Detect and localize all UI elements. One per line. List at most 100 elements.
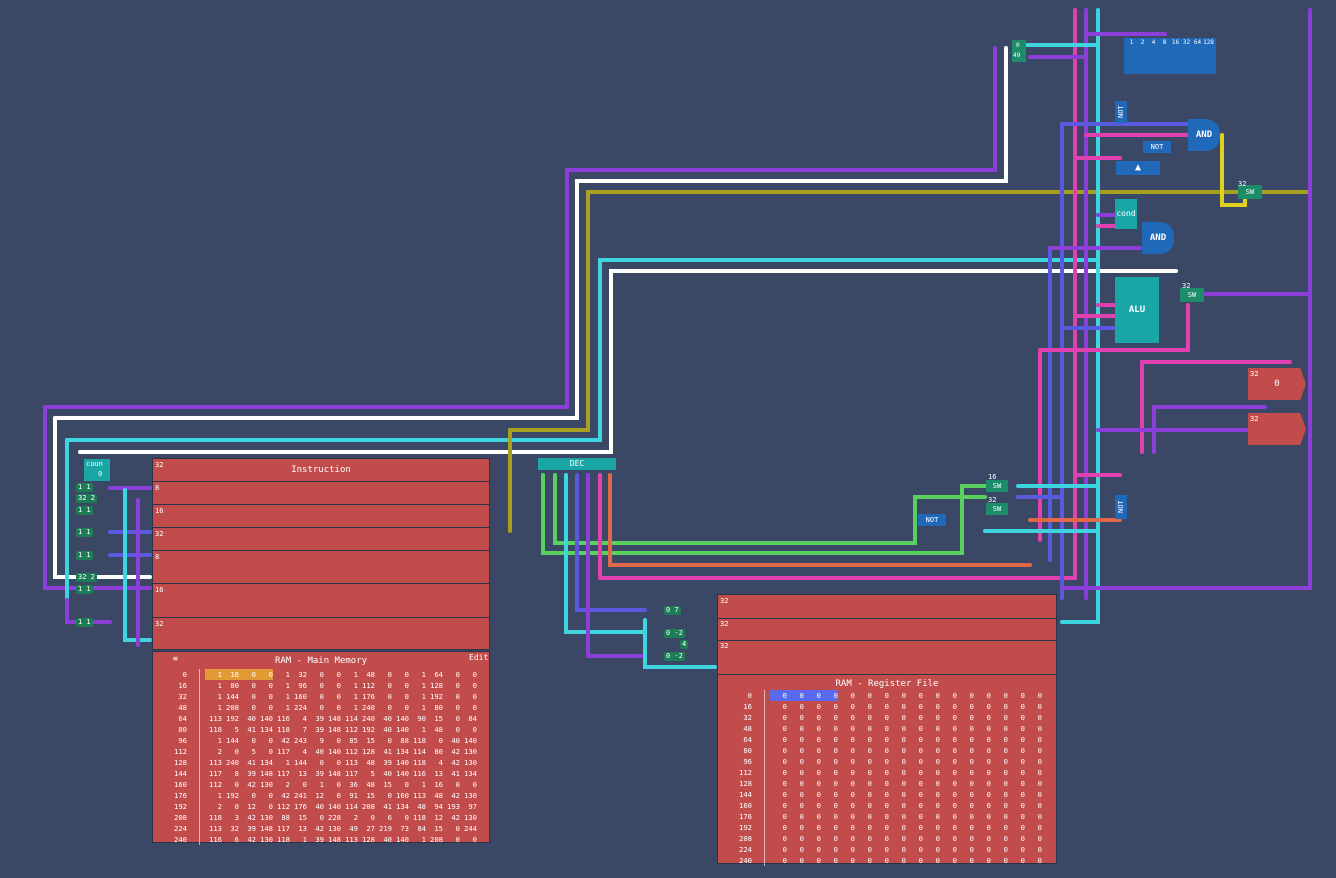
memory-cell[interactable]: 1 xyxy=(273,757,290,768)
memory-cell[interactable]: 15 xyxy=(358,790,375,801)
memory-row[interactable]: 0000000000000000 xyxy=(770,844,1042,855)
memory-cell[interactable]: 0 xyxy=(821,712,838,723)
memory-row[interactable]: 0000000000000000 xyxy=(770,690,1042,701)
memory-cell[interactable]: 116 xyxy=(273,713,290,724)
memory-cell[interactable]: 0 xyxy=(906,767,923,778)
memory-cell[interactable]: 0 xyxy=(906,701,923,712)
memory-row[interactable]: 2 0 5 0 117 4 40 140 112 128 41 134 114 80 42 130 xyxy=(205,746,477,757)
memory-cell[interactable]: 0 xyxy=(804,844,821,855)
memory-row[interactable]: 0000000000000000 xyxy=(770,833,1042,844)
memory-row[interactable]: 0000000000000000 xyxy=(770,822,1042,833)
memory-cell[interactable]: 130 xyxy=(460,757,477,768)
memory-cell[interactable]: 0 xyxy=(1025,745,1042,756)
memory-cell[interactable]: 140 xyxy=(392,713,409,724)
decoder[interactable]: DEC xyxy=(538,458,616,470)
cond-block[interactable]: cond xyxy=(1115,199,1137,229)
memory-cell[interactable]: 0 xyxy=(974,767,991,778)
memory-cell[interactable]: 0 xyxy=(1008,690,1025,701)
memory-cell[interactable]: 90 xyxy=(409,713,426,724)
splitter-tag[interactable]: 32 2 xyxy=(76,494,97,503)
memory-cell[interactable]: 1 xyxy=(273,669,290,680)
memory-cell[interactable]: 88 xyxy=(392,735,409,746)
memory-cell[interactable]: 0 xyxy=(940,778,957,789)
splitter-tag[interactable]: 1 1 xyxy=(76,528,93,537)
memory-cell[interactable]: 0 xyxy=(324,735,341,746)
memory-cell[interactable]: 0 xyxy=(991,789,1008,800)
memory-cell[interactable]: 0 xyxy=(991,734,1008,745)
memory-cell[interactable]: 134 xyxy=(460,768,477,779)
memory-cell[interactable]: 0 xyxy=(889,811,906,822)
memory-cell[interactable]: 15 xyxy=(290,812,307,823)
memory-cell[interactable]: 0 xyxy=(923,800,940,811)
memory-cell[interactable]: 112 xyxy=(358,680,375,691)
memory-cell[interactable]: 12 xyxy=(307,790,324,801)
memory-cell[interactable]: 7 xyxy=(290,724,307,735)
memory-cell[interactable]: 0 xyxy=(855,778,872,789)
memory-cell[interactable]: 0 xyxy=(889,855,906,866)
memory-cell[interactable]: 130 xyxy=(256,812,273,823)
switch-2[interactable]: SW xyxy=(1180,288,1204,302)
memory-row[interactable]: 113 240 41 134 1 144 0 0 113 48 39 140 118 4 42 130 xyxy=(205,757,477,768)
memory-cell[interactable]: 113 xyxy=(205,823,222,834)
memory-cell[interactable]: 0 xyxy=(872,690,889,701)
memory-cell[interactable]: 0 xyxy=(770,701,787,712)
memory-cell[interactable]: 112 xyxy=(341,724,358,735)
memory-row[interactable]: 0000000000000000 xyxy=(770,800,1042,811)
memory-cell[interactable]: 0 xyxy=(906,822,923,833)
memory-cell[interactable]: 0 xyxy=(256,801,273,812)
memory-cell[interactable]: 113 xyxy=(341,834,358,845)
memory-cell[interactable]: 130 xyxy=(460,812,477,823)
memory-cell[interactable]: 0 xyxy=(974,811,991,822)
memory-cell[interactable]: 0 xyxy=(1025,855,1042,866)
memory-cell[interactable]: 39 xyxy=(307,713,324,724)
memory-cell[interactable]: 5 xyxy=(239,746,256,757)
splitter-tag[interactable]: 1 1 xyxy=(76,551,93,560)
memory-cell[interactable]: 0 xyxy=(889,723,906,734)
memory-cell[interactable]: 0 xyxy=(923,778,940,789)
memory-cell[interactable]: 41 xyxy=(375,746,392,757)
memory-cell[interactable]: 0 xyxy=(1025,767,1042,778)
memory-cell[interactable]: 2 xyxy=(341,812,358,823)
memory-cell[interactable]: 0 xyxy=(787,800,804,811)
memory-cell[interactable]: 0 xyxy=(787,833,804,844)
instruction-rom[interactable]: Instruction 32 8 16 32 8 16 32 xyxy=(152,458,490,650)
memory-cell[interactable]: 0 xyxy=(256,669,273,680)
memory-cell[interactable]: 144 xyxy=(222,735,239,746)
memory-cell[interactable]: 0 xyxy=(770,789,787,800)
memory-cell[interactable]: 0 xyxy=(838,723,855,734)
memory-row[interactable]: 0000000000000000 xyxy=(770,855,1042,866)
memory-cell[interactable]: 0 xyxy=(307,702,324,713)
memory-cell[interactable]: 40 xyxy=(375,768,392,779)
memory-cell[interactable]: 4 xyxy=(290,713,307,724)
memory-cell[interactable]: 0 xyxy=(957,756,974,767)
memory-cell[interactable]: 64 xyxy=(426,669,443,680)
memory-cell[interactable]: 0 xyxy=(256,691,273,702)
memory-cell[interactable]: 0 xyxy=(821,811,838,822)
memory-cell[interactable]: 0 xyxy=(838,778,855,789)
memory-cell[interactable]: 0 xyxy=(957,789,974,800)
not-gate-4[interactable]: NOT xyxy=(1115,495,1127,519)
memory-cell[interactable]: 2 xyxy=(205,746,222,757)
memory-row[interactable]: 0000000000000000 xyxy=(770,756,1042,767)
memory-cell[interactable]: 0 xyxy=(889,734,906,745)
memory-cell[interactable]: 0 xyxy=(375,669,392,680)
memory-cell[interactable]: 0 xyxy=(443,724,460,735)
memory-cell[interactable]: 40 xyxy=(307,746,324,757)
memory-cell[interactable]: 0 xyxy=(974,756,991,767)
memory-cell[interactable]: 0 xyxy=(222,746,239,757)
memory-cell[interactable]: 0 xyxy=(804,756,821,767)
memory-cell[interactable]: 80 xyxy=(426,702,443,713)
memory-cell[interactable]: 148 xyxy=(324,713,341,724)
memory-cell[interactable]: 140 xyxy=(392,768,409,779)
memory-cell[interactable]: 0 xyxy=(838,756,855,767)
memory-cell[interactable]: 5 xyxy=(358,768,375,779)
memory-cell[interactable]: 0 xyxy=(991,712,1008,723)
splitter-tag[interactable]: 32 2 xyxy=(76,573,97,582)
memory-cell[interactable]: 0 xyxy=(991,690,1008,701)
memory-cell[interactable]: 140 xyxy=(392,724,409,735)
memory-cell[interactable]: 0 xyxy=(375,691,392,702)
memory-cell[interactable]: 1 xyxy=(409,724,426,735)
memory-cell[interactable]: 0 xyxy=(770,800,787,811)
memory-cell[interactable]: 27 xyxy=(358,823,375,834)
memory-cell[interactable]: 0 xyxy=(804,734,821,745)
